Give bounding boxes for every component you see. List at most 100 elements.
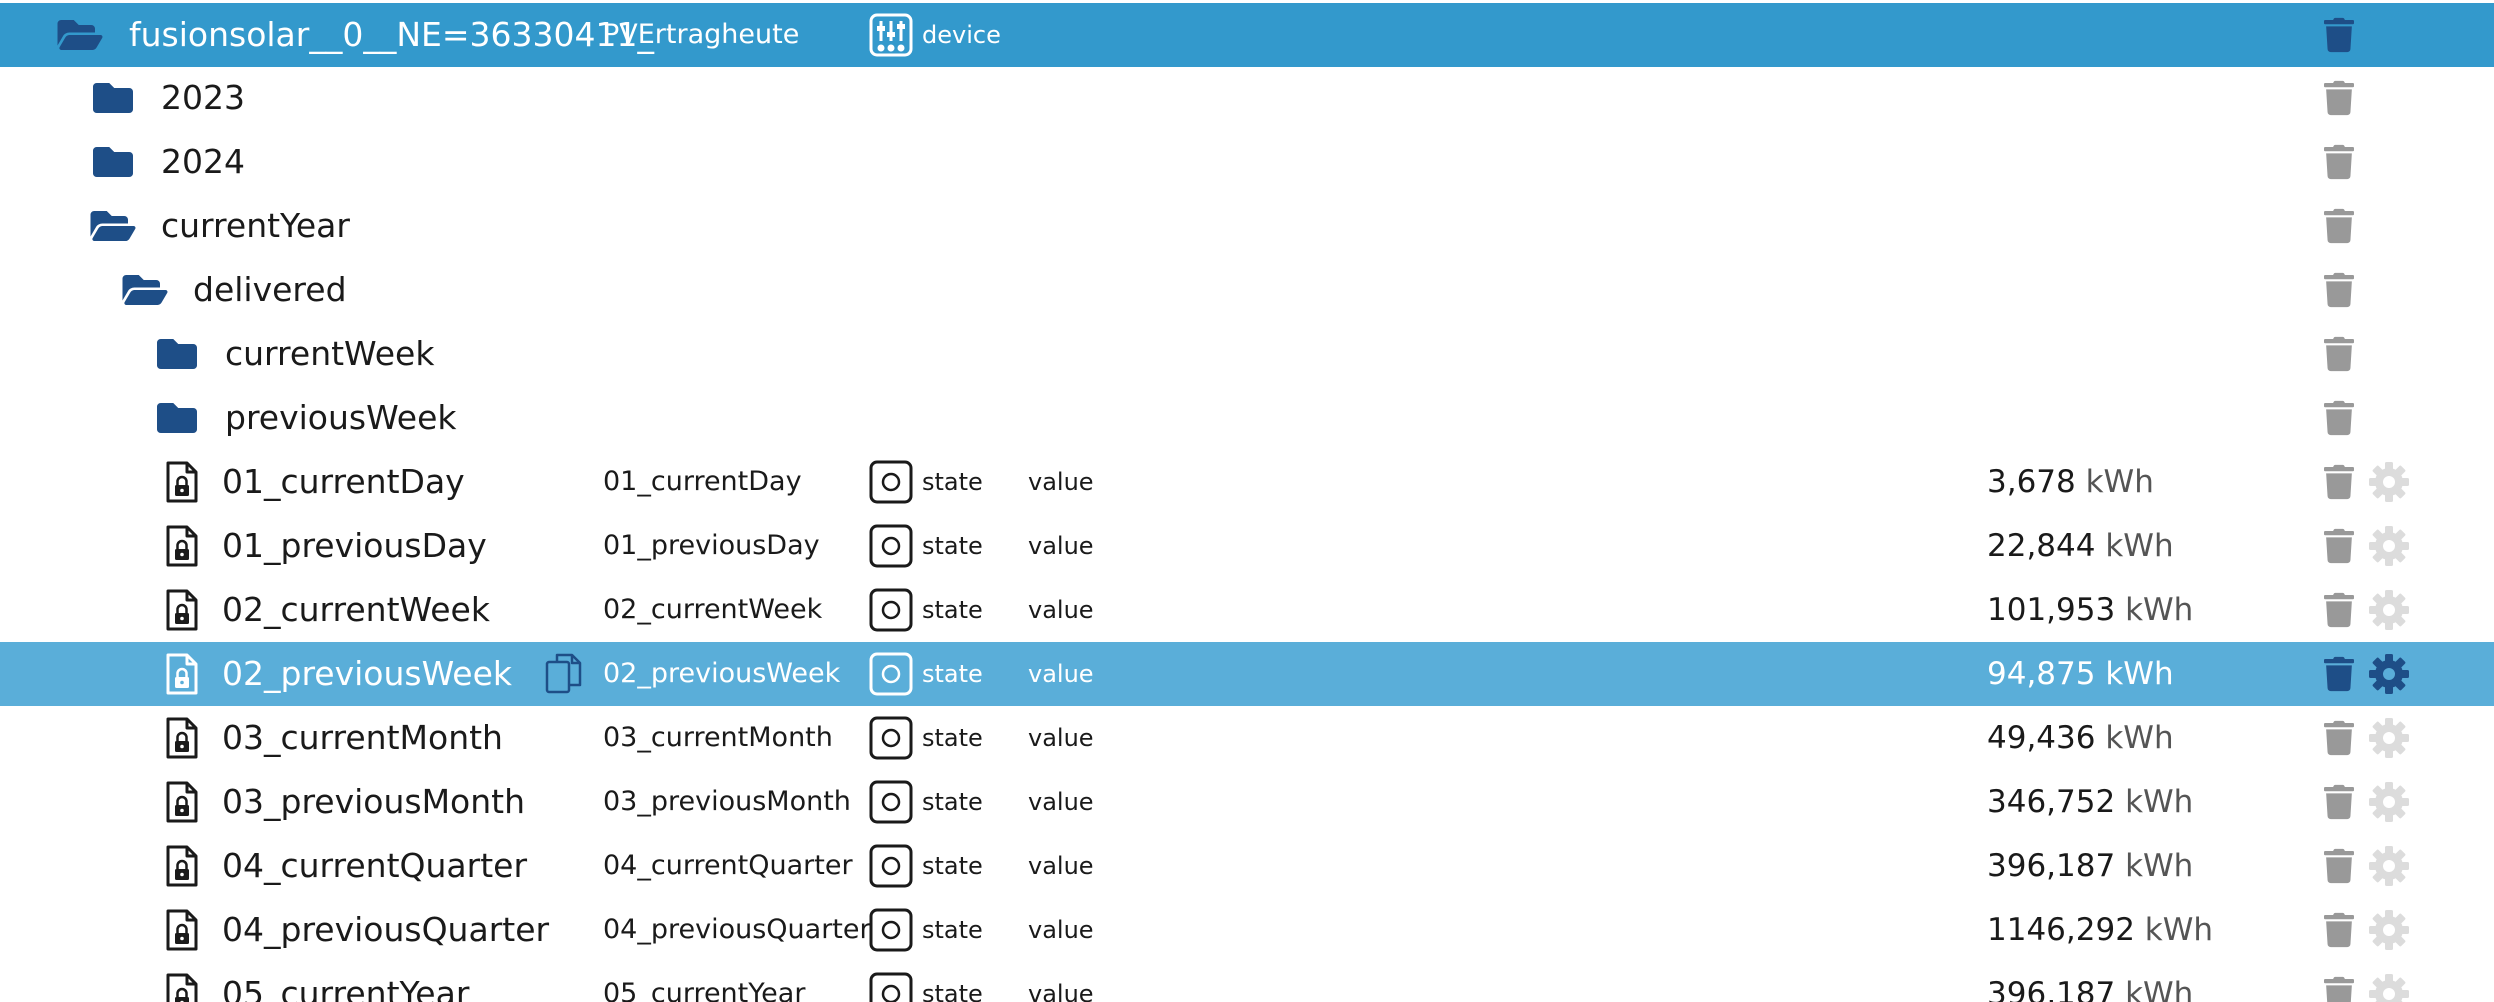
value-unit: kWh — [2144, 912, 2214, 948]
object-name: 02_previousWeek — [603, 658, 841, 689]
trash-icon[interactable] — [2324, 782, 2354, 822]
tree-row-folder[interactable]: currentYear — [0, 194, 2494, 258]
trash-icon[interactable] — [2324, 15, 2354, 55]
object-type: state — [922, 788, 983, 816]
trash-icon[interactable] — [2324, 590, 2354, 630]
tree-row-folder[interactable]: delivered — [0, 258, 2494, 322]
trash-icon[interactable] — [2324, 526, 2354, 566]
state-icon — [869, 908, 913, 952]
tree-item-name: 04_previousQuarter — [222, 910, 550, 949]
object-name: 01_previousDay — [603, 530, 820, 561]
object-value: 346,752 kWh — [1987, 770, 2193, 834]
trash-icon[interactable] — [2324, 78, 2354, 118]
object-tree: fusionsolar__0__NE=36330411_ PVErtragheu… — [0, 0, 2494, 1002]
tree-row-state-selected[interactable]: 02_previousWeek 02_previousWeek state va… — [0, 642, 2494, 706]
file-lock-icon[interactable] — [165, 652, 199, 696]
tree-row-root[interactable]: fusionsolar__0__NE=36330411_ PVErtragheu… — [0, 3, 2494, 67]
gear-icon[interactable] — [2368, 781, 2410, 823]
gear-icon[interactable] — [2368, 973, 2410, 1002]
trash-icon[interactable] — [2324, 398, 2354, 438]
file-lock-icon[interactable] — [165, 972, 199, 1002]
file-lock-icon[interactable] — [165, 716, 199, 760]
tree-item-name: 01_previousDay — [222, 526, 487, 565]
tree-item-name: currentWeek — [225, 334, 435, 373]
gear-icon[interactable] — [2368, 909, 2410, 951]
copy-icon[interactable] — [545, 652, 583, 696]
file-lock-icon[interactable] — [165, 844, 199, 888]
tree-item-name: 03_previousMonth — [222, 782, 526, 821]
state-icon — [869, 652, 913, 696]
state-icon — [869, 780, 913, 824]
folder-icon[interactable] — [88, 78, 138, 118]
folder-icon[interactable] — [152, 334, 202, 374]
object-value: 49,436 kWh — [1987, 706, 2174, 770]
gear-icon[interactable] — [2368, 653, 2410, 695]
value-number: 3,678 — [1987, 464, 2076, 500]
folder-icon[interactable] — [152, 398, 202, 438]
tree-row-folder[interactable]: 2023 — [0, 66, 2494, 130]
value-number: 94,875 — [1987, 656, 2096, 692]
object-type: state — [922, 468, 983, 496]
object-type: state — [922, 852, 983, 880]
folder-open-icon[interactable] — [88, 206, 138, 246]
object-role: value — [1028, 980, 1094, 1002]
trash-icon[interactable] — [2324, 846, 2354, 886]
folder-open-icon[interactable] — [55, 15, 105, 55]
object-role: value — [1028, 916, 1094, 944]
gear-icon[interactable] — [2368, 525, 2410, 567]
tree-row-folder[interactable]: currentWeek — [0, 322, 2494, 386]
value-number: 1146,292 — [1987, 912, 2135, 948]
file-lock-icon[interactable] — [165, 460, 199, 504]
trash-icon[interactable] — [2324, 910, 2354, 950]
object-value: 94,875 kWh — [1987, 642, 2174, 706]
trash-icon[interactable] — [2324, 718, 2354, 758]
tree-row-state[interactable]: 01_previousDay 01_previousDay state valu… — [0, 514, 2494, 578]
object-type: state — [922, 660, 983, 688]
object-role: value — [1028, 788, 1094, 816]
trash-icon[interactable] — [2324, 206, 2354, 246]
tree-row-state[interactable]: 02_currentWeek 02_currentWeek state valu… — [0, 578, 2494, 642]
value-number: 49,436 — [1987, 720, 2096, 756]
tree-row-state[interactable]: 01_currentDay 01_currentDay state value … — [0, 450, 2494, 514]
gear-icon[interactable] — [2368, 589, 2410, 631]
gear-icon[interactable] — [2368, 461, 2410, 503]
trash-icon[interactable] — [2324, 462, 2354, 502]
folder-icon[interactable] — [88, 142, 138, 182]
object-name: 03_currentMonth — [603, 722, 833, 753]
tree-item-name: 01_currentDay — [222, 462, 465, 501]
tree-row-state[interactable]: 04_currentQuarter 04_currentQuarter stat… — [0, 834, 2494, 898]
file-lock-icon[interactable] — [165, 588, 199, 632]
trash-icon[interactable] — [2324, 654, 2354, 694]
file-lock-icon[interactable] — [165, 908, 199, 952]
gear-icon[interactable] — [2368, 845, 2410, 887]
trash-icon[interactable] — [2324, 270, 2354, 310]
file-lock-icon[interactable] — [165, 524, 199, 568]
tree-item-name: delivered — [193, 270, 347, 309]
tree-item-name: fusionsolar__0__NE=36330411_ — [129, 15, 654, 54]
trash-icon[interactable] — [2324, 974, 2354, 1002]
device-icon — [869, 13, 913, 57]
folder-open-icon[interactable] — [120, 270, 170, 310]
object-name: 02_currentWeek — [603, 594, 823, 625]
trash-icon[interactable] — [2324, 334, 2354, 374]
tree-row-state[interactable]: 03_currentMonth 03_currentMonth state va… — [0, 706, 2494, 770]
tree-item-name: previousWeek — [225, 398, 457, 437]
object-name: 01_currentDay — [603, 466, 802, 497]
object-role: value — [1028, 852, 1094, 880]
tree-item-name: 2023 — [161, 78, 245, 117]
gear-icon[interactable] — [2368, 717, 2410, 759]
object-value: 3,678 kWh — [1987, 450, 2154, 514]
tree-row-folder[interactable]: previousWeek — [0, 386, 2494, 450]
tree-row-state[interactable]: 03_previousMonth 03_previousMonth state … — [0, 770, 2494, 834]
file-lock-icon[interactable] — [165, 780, 199, 824]
trash-icon[interactable] — [2324, 142, 2354, 182]
tree-row-folder[interactable]: 2024 — [0, 130, 2494, 194]
tree-row-state[interactable]: 04_previousQuarter 04_previousQuarter st… — [0, 898, 2494, 962]
object-name: 04_previousQuarter — [603, 914, 871, 945]
tree-row-state[interactable]: 05_currentYear 05_currentYear state valu… — [0, 962, 2494, 1002]
object-role: value — [1028, 724, 1094, 752]
object-value: 396,187 kWh — [1987, 834, 2193, 898]
object-type: state — [922, 724, 983, 752]
value-unit: kWh — [2105, 528, 2174, 564]
tree-item-name: 05_currentYear — [222, 974, 470, 1002]
